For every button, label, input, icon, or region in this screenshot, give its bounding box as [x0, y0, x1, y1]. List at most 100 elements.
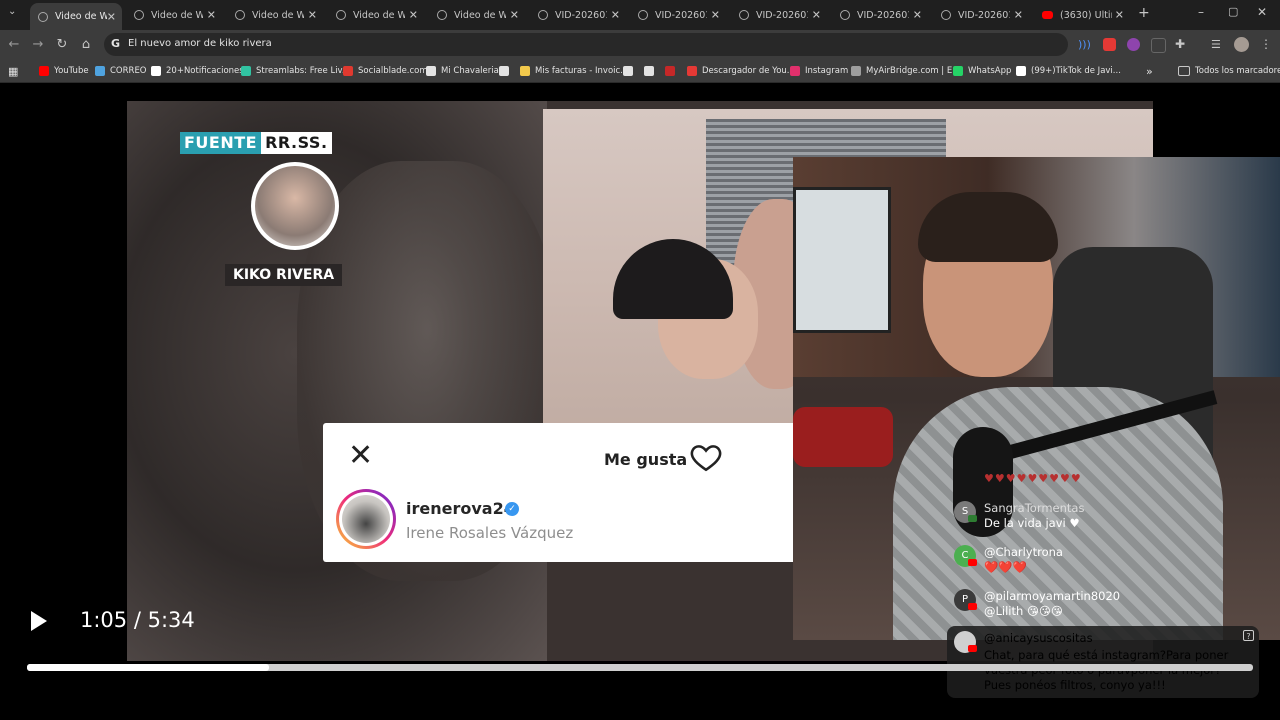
tab-close-icon[interactable]: ✕	[409, 9, 418, 22]
member-badge	[968, 515, 977, 522]
heart-icon	[690, 445, 722, 472]
tab[interactable]: VID-20260101 ✕	[731, 0, 827, 30]
tab[interactable]: Video de What ✕	[227, 0, 323, 30]
new-tab-button[interactable]: +	[1138, 5, 1150, 21]
bookmark-item[interactable]: Mi Chavaleria	[426, 60, 499, 82]
tab[interactable]: Video de What✕	[30, 3, 122, 30]
tab-search-icon[interactable]: ⌄	[8, 6, 16, 17]
tab[interactable]: Video de What✕	[126, 0, 222, 30]
profile-avatar[interactable]	[1234, 37, 1249, 52]
bookmark-item[interactable]	[623, 60, 638, 82]
bookmark-item[interactable]: Streamlabs: Free Liv...	[241, 60, 350, 82]
bookmark-item[interactable]: Instagram	[790, 60, 848, 82]
play-icon[interactable]	[31, 611, 47, 631]
tab-title: Video de What	[55, 11, 107, 22]
extension-icon-2[interactable]	[1103, 38, 1116, 51]
tab-close-icon[interactable]: ✕	[812, 9, 821, 22]
progress-bar[interactable]	[27, 664, 1253, 671]
tab-title: Video de What	[454, 9, 506, 21]
extension-icon-4[interactable]	[1151, 38, 1166, 53]
tab-search-toolbar-icon[interactable]: ☰	[1211, 38, 1224, 51]
tab[interactable]: (3630) Último✕	[1034, 0, 1130, 30]
globe-icon	[840, 10, 850, 20]
extension-icon-3[interactable]	[1127, 38, 1140, 51]
tab[interactable]: VID-20260101 ✕	[530, 0, 626, 30]
globe-icon	[134, 10, 144, 20]
bookmark-favicon-icon	[687, 66, 697, 76]
bookmark-favicon-icon	[644, 66, 654, 76]
tab-close-icon[interactable]: ✕	[711, 9, 720, 22]
tab-title: VID-20260101	[655, 9, 707, 21]
bookmark-label: WhatsApp	[968, 66, 1012, 76]
tab-title: Video de What	[252, 9, 304, 21]
bookmark-item[interactable]: Descargador de You...	[687, 60, 795, 82]
bookmark-favicon-icon	[520, 66, 530, 76]
bookmark-item[interactable]	[499, 60, 514, 82]
bookmark-item[interactable]: (99+)TikTok de Javi...	[1016, 60, 1121, 82]
tab-close-icon[interactable]: ✕	[611, 9, 620, 22]
bookmark-label: Streamlabs: Free Liv...	[256, 66, 351, 76]
home-icon[interactable]: ⌂	[78, 37, 94, 53]
bookmark-item[interactable]: MyAirBridge.com | E...	[851, 60, 960, 82]
tab-close-icon[interactable]: ✕	[913, 9, 922, 22]
forward-icon[interactable]: →	[30, 37, 46, 53]
maximize-button[interactable]: ▢	[1228, 5, 1238, 18]
apps-icon[interactable]: ▦	[8, 60, 18, 82]
bookmark-item[interactable]: 20+Notificaciones	[151, 60, 244, 82]
bookmark-favicon-icon	[151, 66, 161, 76]
bookmarks-bar: ▦ YouTube CORREO 20+Notificaciones Streamla…	[0, 60, 1280, 83]
bookmark-item[interactable]: WhatsApp	[953, 60, 1011, 82]
tab-title: Video de What	[353, 9, 405, 21]
minimize-button[interactable]: –	[1198, 5, 1204, 19]
tab[interactable]: VID-20260101 ✕	[933, 0, 1029, 30]
ig-username: irenerova24	[406, 499, 515, 518]
bookmark-favicon-icon	[343, 66, 353, 76]
bookmark-favicon-icon	[851, 66, 861, 76]
bookmark-item[interactable]: YouTube	[39, 60, 89, 82]
tab-close-icon[interactable]: ✕	[308, 9, 317, 22]
tab[interactable]: Video de What ✕	[429, 0, 525, 30]
bookmark-item[interactable]: Todos los marcadores	[1178, 60, 1280, 82]
tab[interactable]: VID-20260101 ✕	[832, 0, 928, 30]
bookmark-favicon-icon	[241, 66, 251, 76]
extension-icon-1[interactable]: )))	[1078, 38, 1091, 51]
chat-username: @pilarmoyamartin8020	[984, 589, 1121, 603]
tab-close-icon[interactable]: ✕	[1014, 9, 1023, 22]
globe-icon	[235, 10, 245, 20]
tab-close-icon[interactable]: ✕	[207, 9, 216, 22]
bookmark-label: (99+)TikTok de Javi...	[1031, 66, 1121, 76]
tab-title: VID-20260101	[857, 9, 909, 21]
reload-icon[interactable]: ↻	[54, 37, 70, 53]
tab-title: VID-20260101	[756, 9, 808, 21]
back-icon[interactable]: ←	[6, 37, 22, 53]
progress-fill	[27, 664, 269, 671]
more-bookmarks-icon[interactable]: »	[1146, 60, 1153, 82]
bookmark-item[interactable]	[665, 60, 680, 82]
flag-icon[interactable]: ?	[1243, 630, 1254, 641]
bookmark-item[interactable]: Mis facturas - Invoic...	[520, 60, 628, 82]
tab-close-icon[interactable]: ✕	[1115, 9, 1124, 22]
globe-icon	[638, 10, 648, 20]
tab[interactable]: VID-20260101 ✕	[630, 0, 726, 30]
youtube-badge-icon	[968, 603, 977, 610]
kiko-avatar	[251, 162, 339, 250]
extensions-puzzle-icon[interactable]: ✚	[1175, 38, 1188, 51]
globe-icon	[941, 10, 951, 20]
bookmark-favicon-icon	[790, 66, 800, 76]
globe-icon	[739, 10, 749, 20]
tab[interactable]: Video de What ✕	[328, 0, 424, 30]
bookmark-item[interactable]: Socialblade.com	[343, 60, 428, 82]
address-text[interactable]: El nuevo amor de kiko rivera	[128, 38, 272, 49]
menu-icon[interactable]: ⋮	[1260, 38, 1273, 51]
bookmark-item[interactable]	[644, 60, 659, 82]
tab-close-icon[interactable]: ✕	[510, 9, 519, 22]
tab-close-icon[interactable]: ✕	[107, 10, 116, 23]
bookmark-favicon-icon	[953, 66, 963, 76]
address-bar[interactable]: G El nuevo amor de kiko rivera	[104, 33, 1068, 56]
youtube-icon	[1042, 11, 1053, 19]
bookmark-favicon-icon	[665, 66, 675, 76]
bookmark-item[interactable]: CORREO	[95, 60, 147, 82]
close-window-button[interactable]: ✕	[1257, 5, 1267, 19]
chat-text: De la vida javi ♥	[984, 516, 1080, 530]
bookmark-label: MyAirBridge.com | E...	[866, 66, 961, 76]
